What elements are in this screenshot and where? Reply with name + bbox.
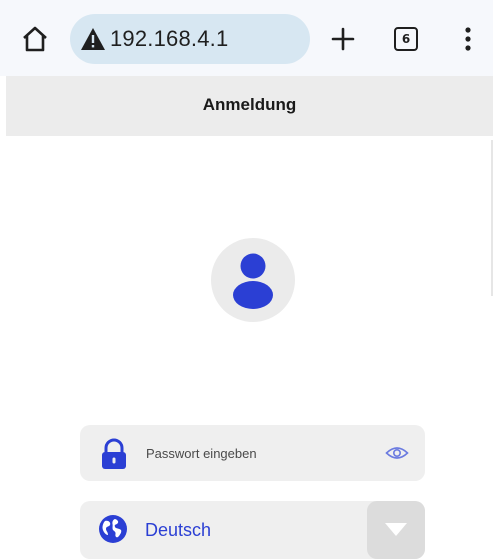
avatar <box>211 238 295 322</box>
language-select[interactable]: Deutsch <box>80 501 425 559</box>
page-header: Anmeldung <box>6 76 493 136</box>
chevron-down-icon <box>385 523 407 536</box>
not-secure-warning-icon[interactable] <box>80 27 106 51</box>
password-field[interactable] <box>80 425 425 481</box>
address-bar[interactable]: 192.168.4.1 <box>70 14 310 64</box>
password-input[interactable] <box>146 443 366 463</box>
browser-toolbar: 192.168.4.1 6 <box>0 0 493 76</box>
home-icon[interactable] <box>20 24 50 54</box>
user-icon <box>233 253 273 309</box>
new-tab-button[interactable] <box>330 26 356 52</box>
eye-icon[interactable] <box>385 443 409 463</box>
language-label: Deutsch <box>145 520 212 540</box>
plus-icon <box>331 27 355 51</box>
tab-switcher-button[interactable]: 6 <box>394 27 418 51</box>
page-title: Anmeldung <box>202 95 297 114</box>
url-text: 192.168.4.1 <box>110 26 229 51</box>
dropdown-button[interactable] <box>367 501 425 559</box>
globe-icon <box>98 514 128 544</box>
more-vert-icon[interactable] <box>458 24 478 54</box>
lock-icon <box>100 438 128 470</box>
